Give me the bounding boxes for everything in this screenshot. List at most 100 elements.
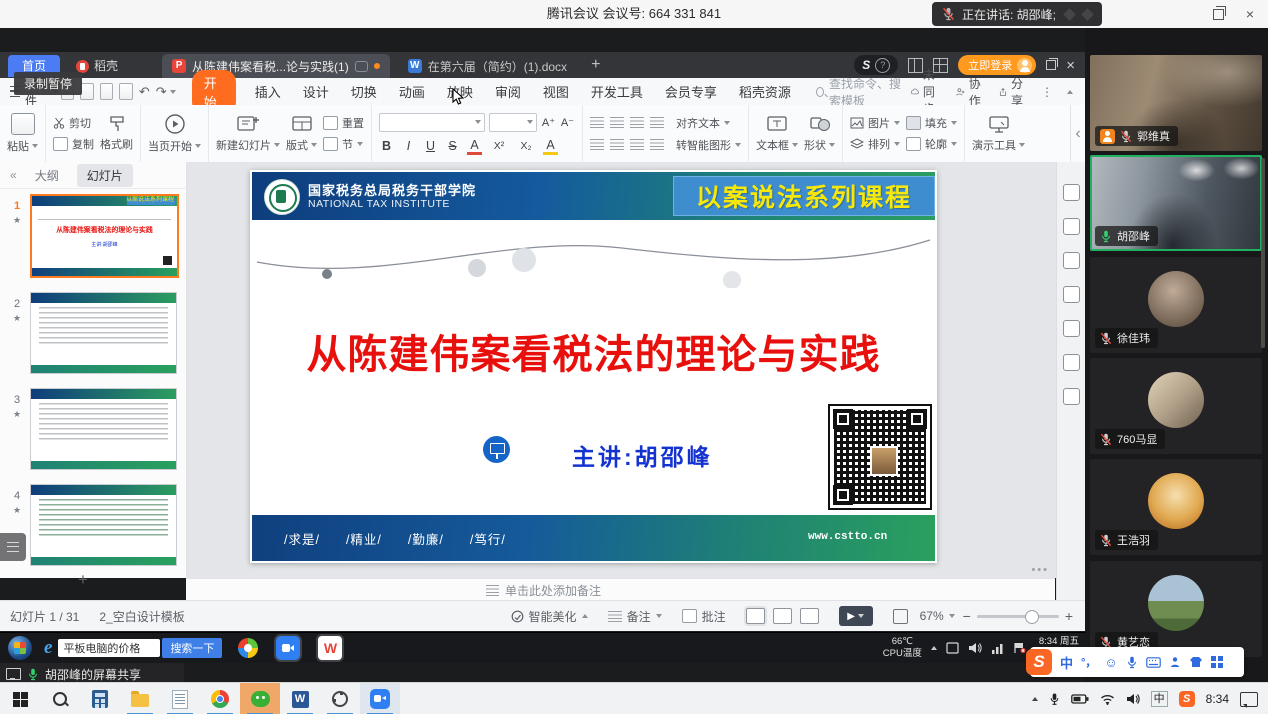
indent-increase-icon[interactable]: [650, 117, 664, 128]
fill-button[interactable]: 填充: [906, 115, 957, 131]
chevron-down-icon[interactable]: [170, 90, 176, 94]
subscript-button[interactable]: X₂: [516, 140, 536, 152]
cpu-temp-widget[interactable]: 66℃ CPU温度: [883, 636, 922, 660]
notes-button[interactable]: 备注: [608, 608, 662, 625]
zoom-slider-knob[interactable]: [1025, 610, 1039, 624]
speaker-icon[interactable]: [968, 642, 982, 654]
normal-view-icon[interactable]: [746, 608, 765, 624]
start-button[interactable]: [0, 683, 40, 714]
align-text-button[interactable]: 对齐文本: [676, 115, 730, 131]
zoom-out-button[interactable]: −: [963, 608, 971, 624]
play-from-current-button[interactable]: 当页开始: [148, 113, 201, 154]
slide-thumb-4[interactable]: [30, 484, 177, 566]
cut-button[interactable]: 剪切: [53, 115, 94, 131]
redo-icon[interactable]: ↷: [156, 84, 167, 100]
shape-button[interactable]: 形状: [804, 114, 835, 153]
zoom-slider[interactable]: [977, 615, 1059, 618]
reading-view-icon[interactable]: [800, 608, 819, 624]
handwriting-icon[interactable]: [1169, 656, 1181, 668]
menu-animation[interactable]: 动画: [399, 82, 425, 101]
input-mode-chinese[interactable]: 中: [1060, 653, 1073, 672]
clipart-icon[interactable]: [1063, 354, 1080, 371]
ie-icon[interactable]: e: [44, 637, 52, 659]
signal-icon[interactable]: [991, 643, 1004, 654]
format-painter-button[interactable]: 格式刷: [100, 115, 133, 152]
template-icon[interactable]: [1063, 286, 1080, 303]
slideshow-play-button[interactable]: ▶: [839, 606, 873, 626]
tab-slides[interactable]: 幻灯片: [77, 164, 133, 187]
layout-button[interactable]: 版式: [286, 114, 317, 153]
record-pause-button[interactable]: 录制暂停: [14, 72, 82, 95]
sogou-tray-icon[interactable]: S: [1179, 691, 1195, 707]
window-close-button[interactable]: ×: [1246, 0, 1254, 28]
participant-tile[interactable]: 胡邵峰: [1090, 155, 1262, 251]
battery-icon[interactable]: [1071, 694, 1089, 704]
participant-tile[interactable]: 760马显: [1090, 358, 1262, 454]
beautify-button[interactable]: 智能美化: [511, 608, 588, 625]
participant-tile[interactable]: 王浩羽: [1090, 459, 1262, 555]
command-search[interactable]: 查找命令、搜索模板: [816, 75, 911, 109]
sidebar-scrollbar[interactable]: [1261, 158, 1265, 348]
wifi-icon[interactable]: [1100, 694, 1115, 705]
more-icon[interactable]: ⋮: [1041, 85, 1053, 99]
present-tools-button[interactable]: 演示工具: [972, 114, 1025, 153]
slide-thumb-3[interactable]: [30, 388, 177, 470]
assistant-pill[interactable]: S ?: [854, 55, 898, 75]
sogou-logo-icon[interactable]: S: [1026, 649, 1052, 675]
tablet-icon[interactable]: [946, 642, 959, 654]
justify-icon[interactable]: [650, 139, 664, 150]
notification-center-icon[interactable]: [1240, 692, 1258, 707]
superscript-button[interactable]: X²: [489, 140, 509, 152]
menu-design[interactable]: 设计: [303, 82, 329, 101]
taskbar-search-button[interactable]: [40, 683, 80, 714]
menu-insert[interactable]: 插入: [255, 82, 281, 101]
comment-button[interactable]: 批注: [682, 608, 726, 625]
more-tools-icon[interactable]: [1063, 388, 1080, 405]
menu-docer-res[interactable]: 稻壳资源: [739, 82, 791, 101]
print-icon[interactable]: [100, 83, 114, 100]
file-explorer-icon[interactable]: [120, 683, 160, 714]
punctuation-mode[interactable]: °，: [1081, 654, 1096, 670]
find-icon[interactable]: [119, 83, 133, 100]
canvas-more-dots[interactable]: •••: [1031, 564, 1049, 576]
clock[interactable]: 8:34: [1206, 692, 1229, 706]
presenter-search-input[interactable]: [58, 639, 160, 657]
participant-tile[interactable]: 徐佳玮: [1090, 257, 1262, 353]
tray-expand-icon[interactable]: [931, 646, 937, 650]
align-right-icon[interactable]: [630, 139, 644, 150]
wps-taskbar-icon[interactable]: W: [318, 636, 342, 660]
undo-icon[interactable]: ↶: [139, 84, 150, 100]
underline-button[interactable]: U: [423, 139, 438, 153]
animation-pane-icon[interactable]: [1063, 218, 1080, 235]
zoom-level[interactable]: 67%: [920, 609, 955, 623]
chrome-icon[interactable]: [200, 683, 240, 714]
wps-doc-tab[interactable]: W 在第六届（简约）(1).docx: [398, 54, 577, 78]
menu-view[interactable]: 视图: [543, 82, 569, 101]
win7-start-button[interactable]: [8, 636, 32, 660]
section-button[interactable]: 节: [323, 136, 364, 152]
new-tab-button[interactable]: +: [591, 56, 600, 74]
toolbox-icon[interactable]: [1211, 656, 1223, 668]
window-restore-button[interactable]: [1213, 0, 1224, 28]
slide-thumb-2[interactable]: [30, 292, 177, 374]
tab-outline[interactable]: 大纲: [35, 167, 59, 184]
presenter-search-button[interactable]: 搜索一下: [162, 638, 222, 658]
copy-button[interactable]: 复制: [53, 136, 94, 152]
strikethrough-button[interactable]: S: [445, 139, 460, 153]
voice-input-icon[interactable]: [1126, 656, 1138, 669]
sorter-view-icon[interactable]: [773, 608, 792, 624]
fit-slide-button[interactable]: [893, 609, 908, 624]
properties-icon[interactable]: [1063, 184, 1080, 201]
skin-icon[interactable]: [1189, 656, 1203, 668]
arrange-button[interactable]: 排列: [850, 136, 900, 152]
smart-graphic-button[interactable]: 转智能图形: [676, 137, 741, 153]
share-button[interactable]: 分享: [999, 75, 1027, 109]
menu-transition[interactable]: 切换: [351, 82, 377, 101]
bullets-icon[interactable]: [590, 117, 604, 128]
slide-canvas[interactable]: 国家税务总局税务干部学院 NATIONAL TAX INSTITUTE 以案说法…: [250, 170, 937, 563]
zoom-in-button[interactable]: +: [1065, 608, 1073, 624]
picture-button[interactable]: 图片: [850, 115, 900, 131]
participant-tile[interactable]: 黄艺恋: [1090, 561, 1262, 657]
increase-font-button[interactable]: A⁺: [541, 116, 556, 129]
soft-keyboard-icon[interactable]: [1146, 657, 1161, 668]
